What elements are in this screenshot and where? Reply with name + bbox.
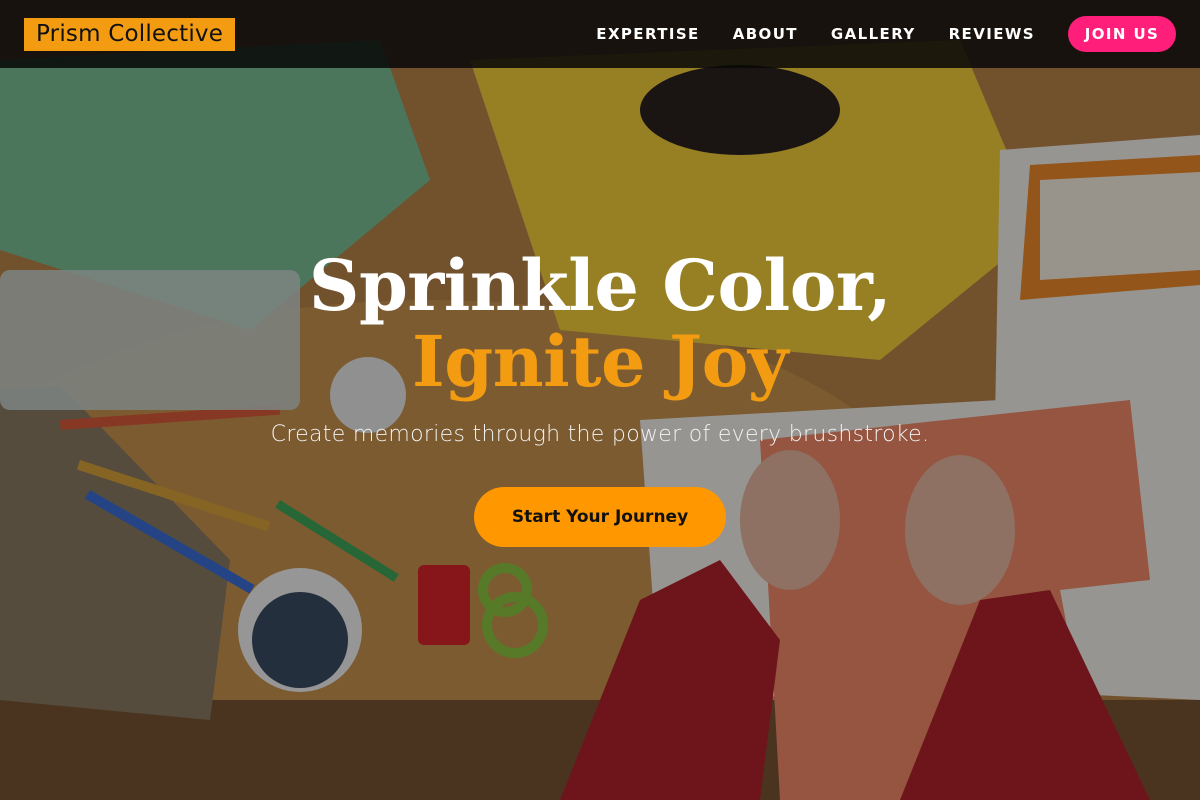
main-nav: EXPERTISE ABOUT GALLERY REVIEWS JOIN US xyxy=(596,16,1176,52)
nav-link-gallery[interactable]: GALLERY xyxy=(831,25,916,43)
hero-headline-line2: Ignite Joy xyxy=(412,320,788,403)
nav-link-about[interactable]: ABOUT xyxy=(733,25,798,43)
join-us-button[interactable]: JOIN US xyxy=(1068,16,1176,52)
start-journey-button[interactable]: Start Your Journey xyxy=(474,487,726,547)
hero-headline-line1: Sprinkle Color, xyxy=(308,244,892,327)
nav-link-reviews[interactable]: REVIEWS xyxy=(949,25,1035,43)
top-navbar: Prism Collective EXPERTISE ABOUT GALLERY… xyxy=(0,0,1200,68)
hero-subtitle: Create memories through the power of eve… xyxy=(270,422,930,447)
nav-link-expertise[interactable]: EXPERTISE xyxy=(596,25,699,43)
brand-logo[interactable]: Prism Collective xyxy=(24,17,236,51)
hero-section: Sprinkle Color, Ignite Joy Create memori… xyxy=(0,248,1200,547)
